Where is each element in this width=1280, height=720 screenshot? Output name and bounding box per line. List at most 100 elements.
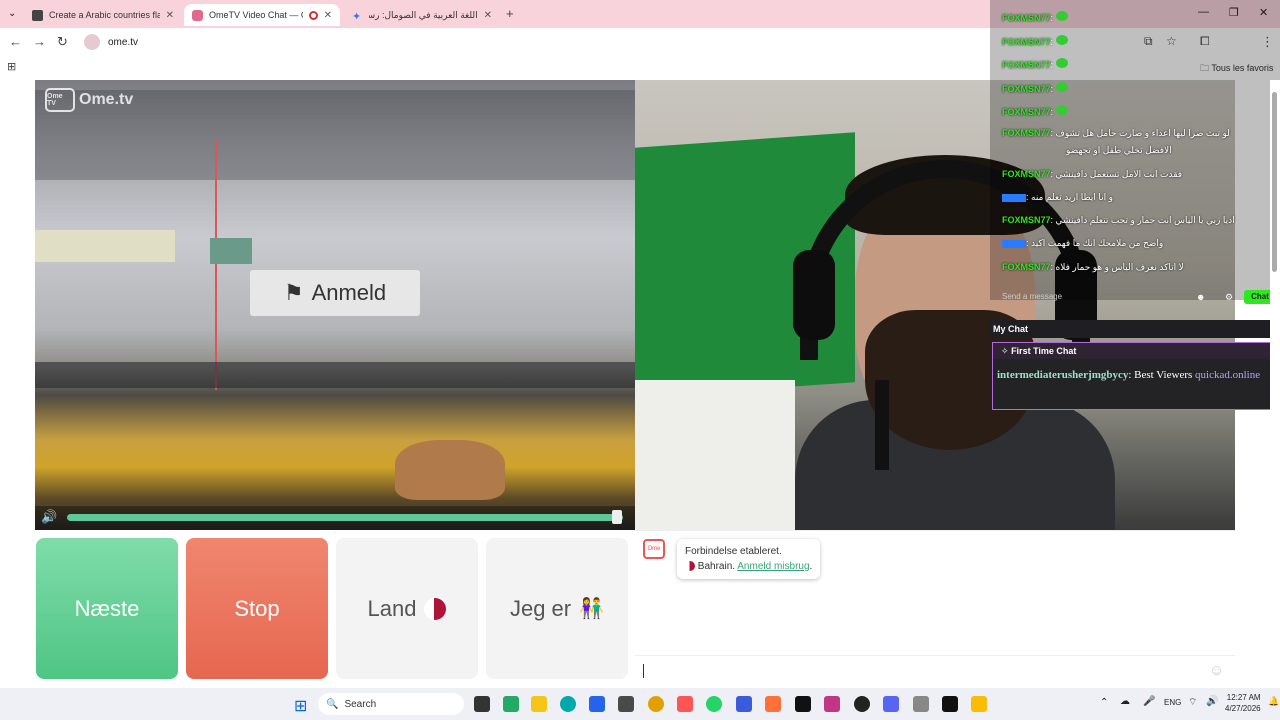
overlay-chat-line: : واضح من ملامحك انك ما فهمت اكيد — [1002, 238, 1163, 249]
volume-slider[interactable] — [67, 514, 623, 521]
google-drive-icon[interactable] — [971, 696, 987, 712]
volume-thumb[interactable] — [612, 510, 622, 524]
country-button[interactable]: Land — [336, 538, 478, 679]
next-button[interactable]: Næste — [36, 538, 178, 679]
overlay-chat-line: FOXMSN77: لا اتاكد نعرف الياس و هو حمار … — [1002, 262, 1184, 272]
my-chat-label: My Chat — [993, 324, 1029, 334]
mic-icon[interactable]: 🎤 — [1143, 696, 1155, 707]
microphone — [875, 380, 889, 470]
emote-picker-icon[interactable]: ☻ — [1196, 292, 1205, 302]
overlay-chat-line: FOXMSN77: اديا زبي يا الياس انت حمار و ت… — [1002, 215, 1235, 225]
whatsapp-icon[interactable] — [706, 696, 722, 712]
mail-icon[interactable] — [589, 696, 605, 712]
apps-grid-icon[interactable]: ⊞ — [7, 60, 16, 73]
address-bar[interactable]: ome.tv — [80, 31, 990, 53]
overlay-chat-line: FOXMSN77: — [1002, 105, 1068, 117]
overlay-chat-line: FOXMSN77: لو تبث صرا ليها اعداء و صارت ح… — [1002, 128, 1230, 138]
overlay-chat-line: : و انا ايظا اريد تعلم منه — [1002, 192, 1113, 203]
search-icon: 🔍 — [326, 698, 339, 710]
app-icon[interactable] — [503, 696, 519, 712]
my-chat-bar: My Chat⋮ — [990, 320, 1280, 338]
new-tab-icon[interactable]: + — [506, 6, 514, 21]
tab-title: اللغة العربية في الصومال: رسمية — [369, 9, 478, 20]
country-label: Land — [367, 595, 417, 621]
emote-icon — [1055, 82, 1068, 92]
gear-icon[interactable]: ⚙ — [1225, 292, 1233, 303]
local-video: Ome TV Ome.tv ⚑ Anmeld 🔊 — [35, 80, 635, 530]
tab-arabic-flags[interactable]: Create a Arabic countries flags ✕ — [24, 4, 182, 26]
page-scrollbar[interactable] — [1270, 80, 1280, 688]
overlay-send-input[interactable]: Send a message — [1002, 292, 1062, 301]
clock-date: 4/27/2026 — [1225, 704, 1261, 713]
gender-button[interactable]: Jeg er 👫 — [486, 538, 628, 679]
wifi-icon[interactable]: ⌔ — [1188, 696, 1197, 709]
tab-favicon-icon — [192, 9, 203, 21]
next-label: Næste — [74, 595, 140, 621]
ometv-avatar: Ome — [643, 539, 665, 559]
reload-icon[interactable]: ↻ — [57, 34, 68, 50]
onedrive-icon[interactable]: ☁ — [1120, 696, 1130, 707]
forward-icon[interactable]: → — [33, 34, 46, 49]
app-icon[interactable] — [913, 696, 929, 712]
text-cursor — [643, 664, 644, 678]
chrome-icon[interactable] — [648, 696, 664, 712]
headphone-earcup — [793, 250, 835, 340]
overlay-chat-line: FOXMSN77: — [1002, 35, 1068, 47]
instagram-icon[interactable] — [824, 696, 840, 712]
couple-icon: 👫 — [579, 598, 605, 620]
taskbar-search[interactable]: 🔍 Search — [318, 693, 464, 715]
site-info-icon[interactable] — [84, 34, 100, 50]
user-name-blurred — [1002, 239, 1026, 248]
volume-icon[interactable]: 🔊 — [1206, 696, 1218, 707]
hand — [395, 440, 505, 500]
overlay-chat-line: FOXMSN77: فقدت انت الامل تستعمل دافينشي — [1002, 169, 1183, 179]
scrollbar-thumb[interactable] — [1272, 92, 1277, 272]
windows-start-icon[interactable]: ⊞ — [294, 696, 307, 716]
capcut-icon[interactable] — [942, 696, 958, 712]
close-icon[interactable]: ✕ — [166, 10, 174, 21]
tray-chevron-icon[interactable]: ⌃ — [1100, 697, 1108, 708]
gemini-icon: ✦ — [352, 10, 362, 23]
speaker-icon[interactable]: 🔊 — [41, 509, 57, 525]
edge-icon[interactable] — [560, 696, 576, 712]
close-icon[interactable]: ✕ — [484, 10, 492, 21]
tab-ometv[interactable]: OmeTV Video Chat — Ome ✕ — [184, 4, 340, 26]
file-explorer-icon[interactable] — [531, 696, 547, 712]
partner-country: Bahrain. — [697, 561, 736, 572]
clock-time: 12:27 AM — [1226, 693, 1261, 702]
bahrain-flag-icon — [424, 597, 447, 620]
sparkle-icon: ✧ — [1001, 346, 1009, 356]
app-icon[interactable] — [736, 696, 752, 712]
emote-icon — [1055, 35, 1068, 45]
chat-input[interactable]: ☺ — [635, 655, 1235, 687]
language-indicator[interactable]: ENG — [1164, 698, 1181, 707]
notification-icon[interactable]: 🔔 — [1268, 696, 1279, 707]
tab-arabic-somalia[interactable]: ✦ اللغة العربية في الصومال: رسمية ✕ — [344, 4, 500, 26]
obs-icon[interactable] — [854, 696, 870, 712]
back-icon[interactable]: ← — [9, 34, 22, 49]
video-clip-strip — [210, 238, 252, 264]
store-icon[interactable] — [618, 696, 634, 712]
tab-title: Create a Arabic countries flags — [49, 10, 160, 20]
tiktok-icon[interactable] — [795, 696, 811, 712]
report-abuse-link[interactable]: Anmeld misbrug — [737, 561, 809, 572]
emoji-icon[interactable]: ☺ — [1209, 662, 1224, 679]
tab-list-icon[interactable]: ⌄ — [8, 8, 16, 19]
firefox-icon[interactable] — [765, 696, 781, 712]
brave-icon[interactable] — [677, 696, 693, 712]
stop-button[interactable]: Stop — [186, 538, 328, 679]
task-view-icon[interactable] — [474, 696, 490, 712]
first-time-chat-message: intermediaterusherjmgbycy: Best Viewers … — [997, 369, 1261, 381]
stop-label: Stop — [234, 595, 280, 621]
bahrain-flag-icon — [685, 561, 695, 572]
recording-icon — [308, 10, 318, 20]
search-label: Search — [344, 698, 377, 710]
clock[interactable]: 12:27 AM 4/27/2026 — [1225, 692, 1261, 714]
report-button[interactable]: ⚑ Anmeld — [250, 270, 420, 316]
discord-icon[interactable] — [883, 696, 899, 712]
tab-favicon-icon — [32, 9, 43, 21]
flag-white-stripe — [635, 380, 795, 530]
gender-label: Jeg er — [509, 595, 572, 621]
overlay-chat-line: FOXMSN77: — [1002, 11, 1068, 23]
close-icon[interactable]: ✕ — [324, 10, 332, 21]
